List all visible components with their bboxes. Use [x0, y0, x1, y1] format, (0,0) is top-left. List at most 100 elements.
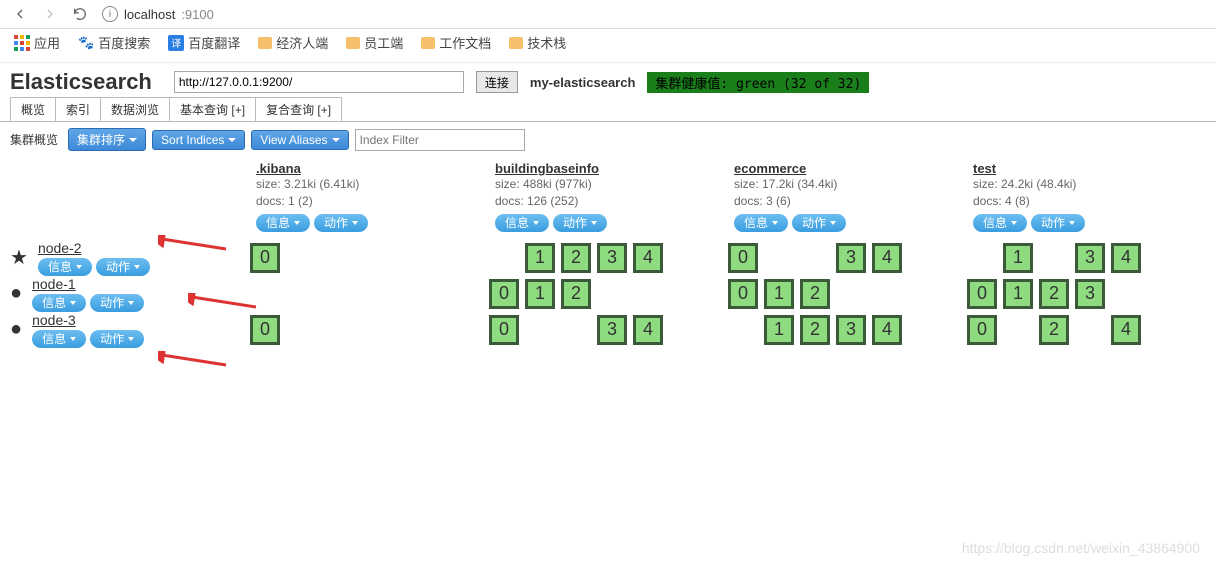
shard-cell: 012 [489, 276, 728, 312]
index-info-pill[interactable]: 信息 [973, 214, 1027, 232]
shard-box[interactable]: 4 [1111, 315, 1141, 345]
shard-box[interactable]: 3 [836, 315, 866, 345]
shard-box[interactable]: 2 [800, 279, 830, 309]
reload-button[interactable] [72, 6, 88, 22]
shard-box[interactable]: 3 [597, 315, 627, 345]
shard-box[interactable]: 0 [728, 243, 758, 273]
forward-button[interactable] [42, 6, 58, 22]
shard-box[interactable]: 3 [597, 243, 627, 273]
bookmark-tech[interactable]: 技术栈 [509, 33, 566, 52]
node-action-pill[interactable]: 动作 [90, 330, 144, 348]
shard-box[interactable]: 0 [250, 315, 280, 345]
node-info-pill[interactable]: 信息 [32, 330, 86, 348]
node-info-pill[interactable]: 信息 [32, 294, 86, 312]
index-info-pill[interactable]: 信息 [495, 214, 549, 232]
chevron-down-icon [134, 265, 140, 269]
node-name[interactable]: node-3 [32, 312, 148, 328]
cluster-name: my-elasticsearch [530, 75, 636, 90]
view-aliases-button[interactable]: View Aliases [251, 130, 348, 150]
shard-box[interactable]: 0 [967, 315, 997, 345]
tab-overview[interactable]: 概览 [10, 97, 56, 121]
address-bar[interactable]: i localhost:9100 [102, 6, 214, 22]
chevron-down-icon [128, 301, 134, 305]
node-name[interactable]: node-2 [38, 240, 154, 256]
shard-box[interactable]: 0 [250, 243, 280, 273]
index-docs: docs: 4 (8) [973, 193, 1200, 210]
index-info-pill[interactable]: 信息 [256, 214, 310, 232]
shard-box[interactable]: 2 [561, 243, 591, 273]
shard-box[interactable]: 2 [800, 315, 830, 345]
back-button[interactable] [12, 6, 28, 22]
node-info-pill[interactable]: 信息 [38, 258, 92, 276]
tab-basic-query[interactable]: 基本查询 [+] [169, 97, 256, 121]
chevron-down-icon [772, 221, 778, 225]
shard-box[interactable]: 3 [1075, 243, 1105, 273]
shard-box[interactable]: 0 [489, 315, 519, 345]
shard-box[interactable]: 1 [1003, 279, 1033, 309]
paw-icon: 🐾 [78, 35, 94, 51]
connection-url-input[interactable] [174, 71, 464, 93]
index-info-pill[interactable]: 信息 [734, 214, 788, 232]
cluster-health-badge: 集群健康值: green (32 of 32) [647, 72, 869, 93]
shard-box[interactable]: 0 [967, 279, 997, 309]
connect-button[interactable]: 连接 [476, 71, 518, 93]
shard-box[interactable]: 4 [872, 315, 902, 345]
shard-box[interactable]: 4 [633, 315, 663, 345]
index-filter-input[interactable] [355, 129, 525, 151]
index-action-pill[interactable]: 动作 [314, 214, 368, 232]
shard-box[interactable]: 1 [525, 243, 555, 273]
tab-compound-query[interactable]: 复合查询 [+] [255, 97, 342, 121]
folder-icon [258, 37, 272, 49]
url-port: :9100 [181, 7, 214, 22]
index-header: .kibanasize: 3.21ki (6.41ki)docs: 1 (2)信… [250, 157, 489, 240]
node-action-pill[interactable]: 动作 [96, 258, 150, 276]
shard-box[interactable]: 1 [1003, 243, 1033, 273]
cluster-sort-button[interactable]: 集群排序 [68, 128, 146, 151]
bookmark-baidu-translate[interactable]: 译百度翻译 [168, 33, 240, 52]
info-icon: i [102, 6, 118, 22]
chevron-down-icon [70, 301, 76, 305]
shard-box[interactable]: 2 [561, 279, 591, 309]
tab-indices[interactable]: 索引 [55, 97, 101, 121]
chevron-down-icon [332, 138, 340, 142]
bookmark-baidu-search[interactable]: 🐾百度搜索 [78, 33, 150, 52]
tab-browser[interactable]: 数据浏览 [100, 97, 170, 121]
index-name[interactable]: .kibana [256, 161, 483, 176]
shard-box[interactable]: 3 [836, 243, 866, 273]
index-size: size: 3.21ki (6.41ki) [256, 176, 483, 193]
chevron-down-icon [1069, 221, 1075, 225]
shard-box[interactable]: 4 [872, 243, 902, 273]
chevron-down-icon [533, 221, 539, 225]
index-name[interactable]: ecommerce [734, 161, 961, 176]
shard-box[interactable]: 4 [1111, 243, 1141, 273]
shard-cell: 1234 [728, 312, 967, 348]
shard-cell: 1234 [489, 240, 728, 276]
shard-box[interactable]: 0 [728, 279, 758, 309]
bookmark-economy[interactable]: 经济人端 [258, 33, 328, 52]
apps-label: 应用 [34, 33, 60, 52]
apps-button[interactable]: 应用 [14, 33, 60, 52]
shard-box[interactable]: 3 [1075, 279, 1105, 309]
index-action-pill[interactable]: 动作 [553, 214, 607, 232]
chevron-down-icon [128, 337, 134, 341]
node-action-pill[interactable]: 动作 [90, 294, 144, 312]
shard-box[interactable]: 2 [1039, 279, 1069, 309]
folder-icon [509, 37, 523, 49]
bookmark-workdocs[interactable]: 工作文档 [421, 33, 491, 52]
node-name[interactable]: node-1 [32, 276, 148, 292]
translate-icon: 译 [168, 35, 184, 51]
shard-box[interactable]: 1 [525, 279, 555, 309]
sort-indices-button[interactable]: Sort Indices [152, 130, 245, 150]
shard-box[interactable]: 1 [764, 315, 794, 345]
index-action-pill[interactable]: 动作 [1031, 214, 1085, 232]
shard-box[interactable]: 0 [489, 279, 519, 309]
dot-icon: ● [10, 282, 22, 305]
index-name[interactable]: test [973, 161, 1200, 176]
bookmark-employee[interactable]: 员工端 [346, 33, 403, 52]
shard-box[interactable]: 2 [1039, 315, 1069, 345]
index-name[interactable]: buildingbaseinfo [495, 161, 722, 176]
index-size: size: 488ki (977ki) [495, 176, 722, 193]
index-action-pill[interactable]: 动作 [792, 214, 846, 232]
shard-box[interactable]: 1 [764, 279, 794, 309]
shard-box[interactable]: 4 [633, 243, 663, 273]
